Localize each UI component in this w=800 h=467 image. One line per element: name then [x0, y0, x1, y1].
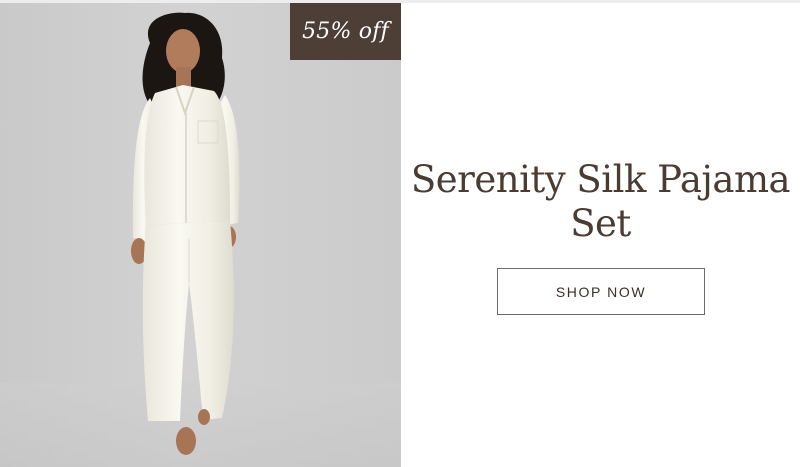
model-photo-illustration	[0, 12, 401, 467]
promo-content: Serenity Silk Pajama Set SHOP NOW	[401, 3, 800, 467]
product-title[interactable]: Serenity Silk Pajama Set	[401, 158, 800, 246]
promo-banner: 55% off Serenity Silk Pajama Set SHOP NO…	[0, 0, 800, 467]
product-image[interactable]	[0, 3, 401, 467]
shop-now-button[interactable]: SHOP NOW	[497, 268, 705, 315]
discount-badge: 55% off	[290, 3, 401, 60]
